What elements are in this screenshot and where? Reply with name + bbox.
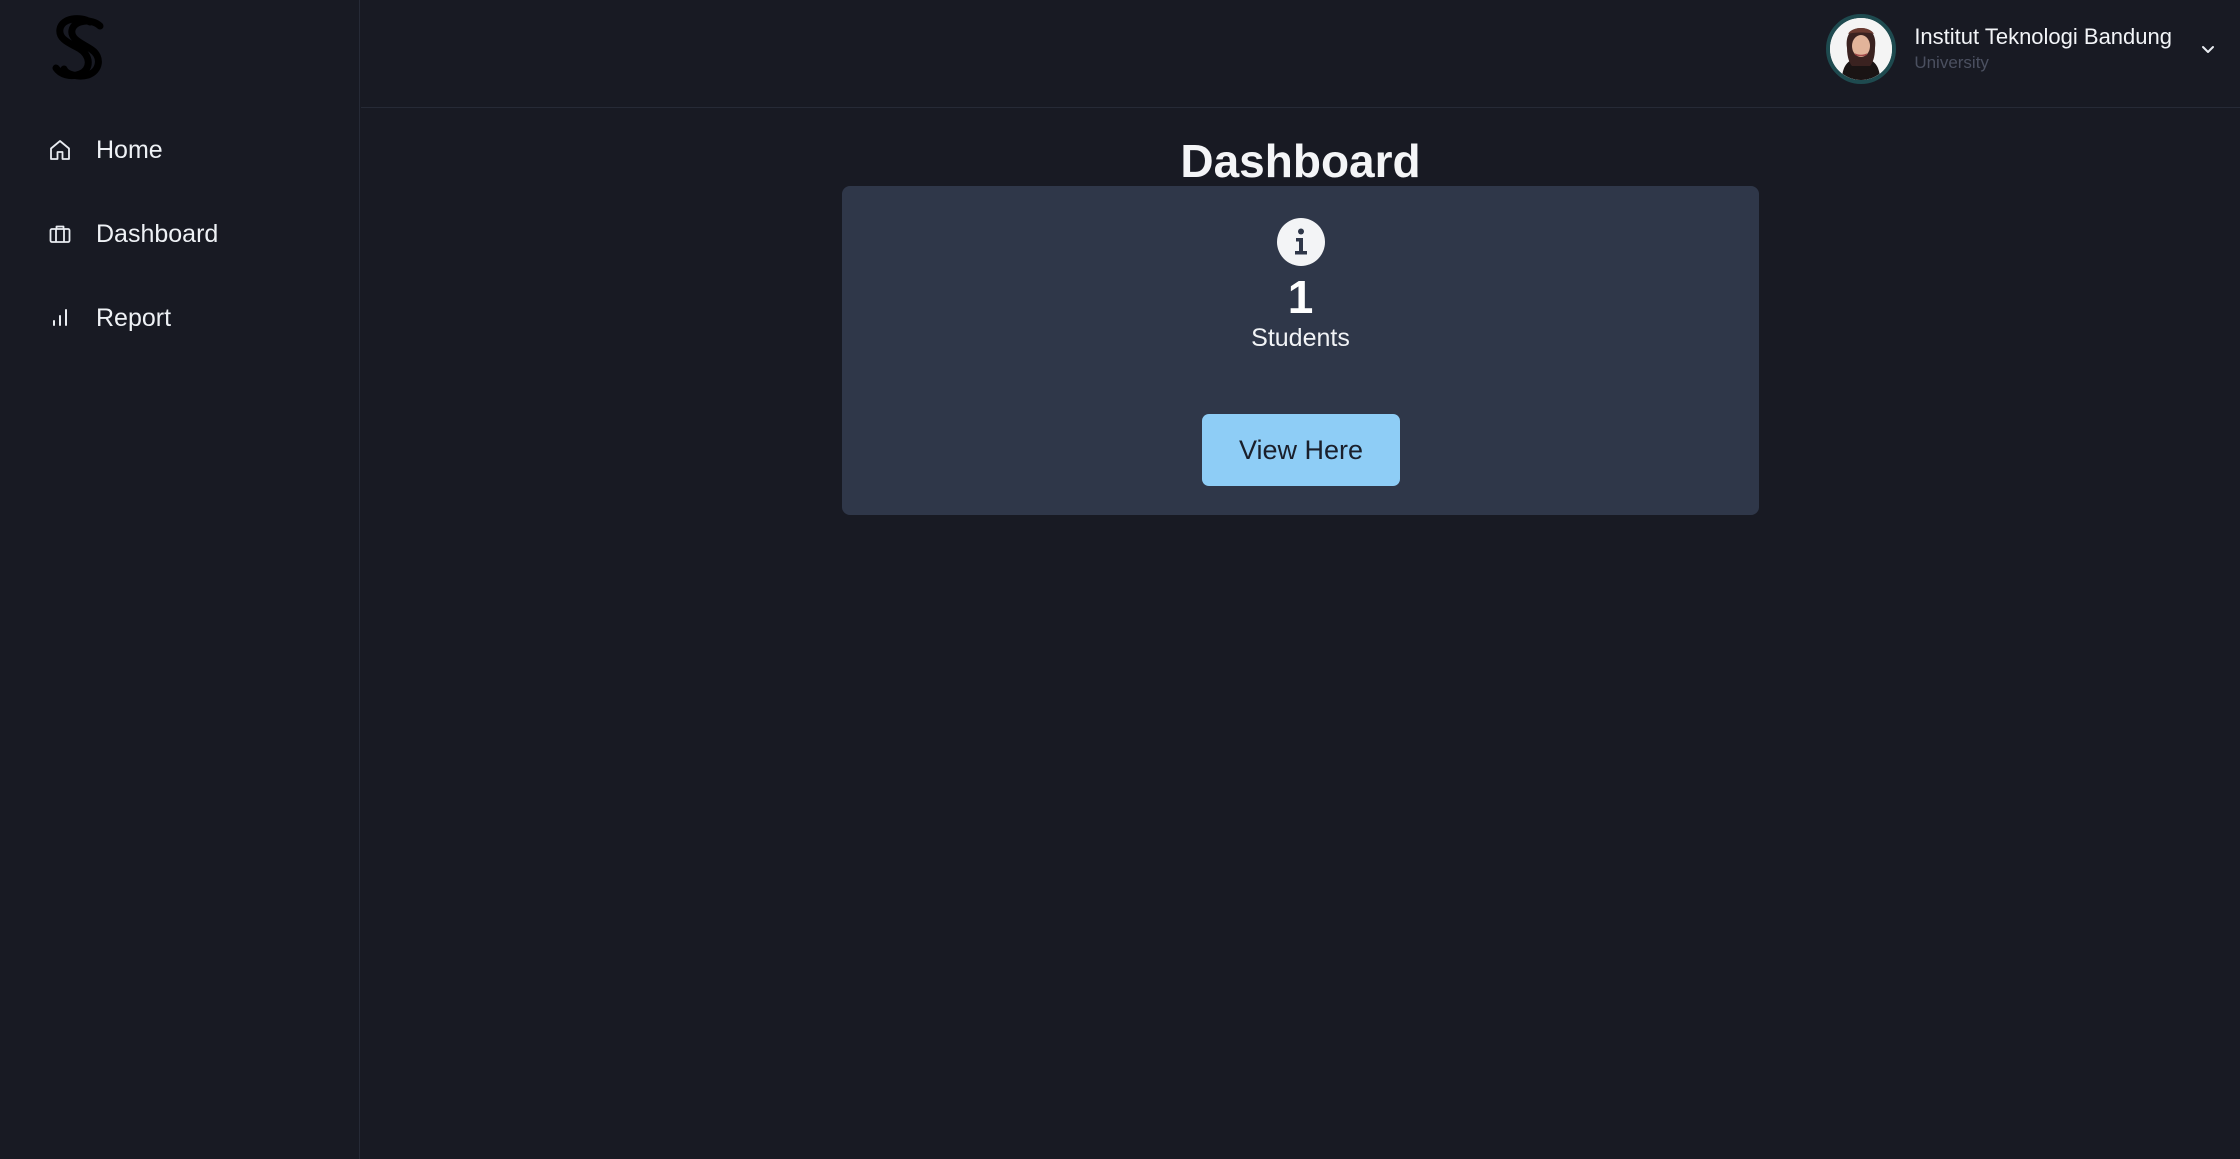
students-count: 1 xyxy=(1287,271,1314,323)
profile-name: Institut Teknologi Bandung xyxy=(1914,24,2172,49)
app-root: Home Dashboard Report Institut Teknologi… xyxy=(0,0,2240,1159)
profile-menu[interactable]: Institut Teknologi Bandung University xyxy=(1826,14,2218,84)
sidebar-item-home[interactable]: Home xyxy=(0,120,360,180)
briefcase-icon xyxy=(46,220,74,248)
home-icon xyxy=(46,136,74,164)
sidebar-item-report[interactable]: Report xyxy=(0,288,360,348)
students-stat-card: 1 Students View Here xyxy=(842,186,1759,515)
sidebar-item-dashboard[interactable]: Dashboard xyxy=(0,204,360,264)
s-logo-icon[interactable] xyxy=(50,14,106,80)
students-label: Students xyxy=(1251,324,1350,352)
bar-chart-icon xyxy=(46,304,74,332)
profile-text: Institut Teknologi Bandung University xyxy=(1914,23,2172,75)
view-here-button[interactable]: View Here xyxy=(1202,414,1400,486)
info-icon xyxy=(1276,217,1326,267)
profile-role: University xyxy=(1914,53,1989,72)
chevron-down-icon[interactable] xyxy=(2198,39,2218,59)
sidebar-item-label: Home xyxy=(96,135,163,164)
sidebar-nav: Home Dashboard Report xyxy=(0,120,360,372)
sidebar-item-label: Report xyxy=(96,303,172,332)
avatar[interactable] xyxy=(1826,14,1897,84)
top-header: Institut Teknologi Bandung University xyxy=(361,0,2240,108)
sidebar-item-label: Dashboard xyxy=(96,219,219,248)
page-title: Dashboard xyxy=(1180,135,1421,187)
sidebar: Home Dashboard Report xyxy=(0,0,360,1159)
